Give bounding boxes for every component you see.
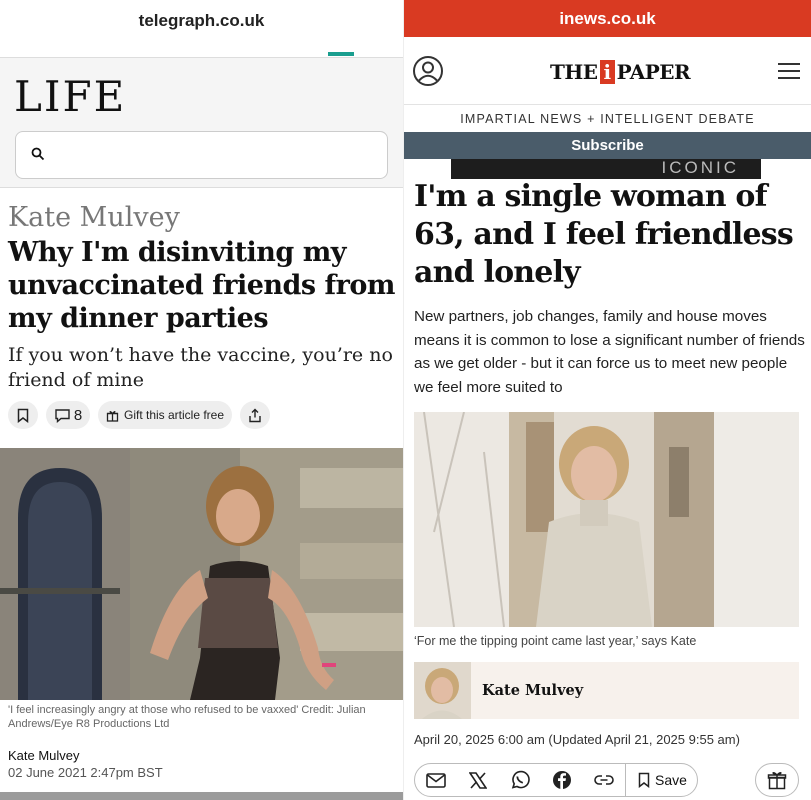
address-bar[interactable]: inews.co.uk <box>404 0 811 37</box>
x-share-button[interactable] <box>457 764 499 796</box>
ad-banner[interactable]: ICONIC <box>451 159 761 179</box>
search-icon <box>31 147 45 161</box>
url-text: inews.co.uk <box>559 8 656 28</box>
photo-woman-in-sweater <box>414 412 799 627</box>
url-text: telegraph.co.uk <box>138 11 265 30</box>
facebook-icon <box>553 771 571 789</box>
share-icon <box>249 408 261 422</box>
comments-button[interactable]: 8 <box>46 401 90 429</box>
x-icon <box>469 771 487 789</box>
comment-icon <box>55 408 70 423</box>
user-icon[interactable] <box>412 55 444 87</box>
telegraph-panel: telegraph.co.uk LIFE Kate Mulvey Why I'm… <box>0 0 403 800</box>
logo-the: THE <box>550 60 598 84</box>
logo-paper: PAPER <box>616 60 691 84</box>
gift-article-button[interactable]: Gift this article free <box>98 401 232 429</box>
save-label: Save <box>655 772 687 788</box>
byline-author[interactable]: Kate Mulvey <box>8 748 80 763</box>
photo-caption: ‘For me the tipping point came last year… <box>414 634 697 648</box>
share-bar: Save <box>414 763 698 797</box>
gift-icon <box>767 771 787 790</box>
inews-panel: inews.co.uk THE i PAPER IMPARTIAL NEWS + I… <box>403 0 811 800</box>
site-header: THE i PAPER <box>404 37 811 105</box>
gift-icon <box>106 410 119 422</box>
email-share-button[interactable] <box>415 764 457 796</box>
gift-label: Gift this article free <box>123 408 225 422</box>
save-button[interactable]: Save <box>626 772 687 788</box>
address-bar[interactable]: telegraph.co.uk <box>0 0 403 42</box>
author-name: Kate Mulvey <box>482 682 584 699</box>
author-kicker[interactable]: Kate Mulvey <box>8 202 180 233</box>
bottom-toolbar <box>0 792 403 800</box>
email-icon <box>426 772 446 788</box>
tagline: IMPARTIAL NEWS + INTELLIGENT DEBATE <box>404 105 811 132</box>
whatsapp-share-button[interactable] <box>499 764 541 796</box>
article-photo <box>414 412 799 627</box>
gift-article-button[interactable] <box>755 763 799 797</box>
link-icon <box>594 775 614 785</box>
ad-text: ICONIC <box>661 159 739 177</box>
bookmark-icon <box>638 772 650 788</box>
logo-i-mark: i <box>599 60 615 84</box>
article-dateline: April 20, 2025 6:00 am (Updated April 21… <box>414 732 740 747</box>
copy-link-button[interactable] <box>583 764 625 796</box>
article-headline: Why I'm disinviting my unvaccinated frie… <box>8 237 395 334</box>
site-logo[interactable]: THE i PAPER <box>550 60 691 84</box>
menu-icon[interactable] <box>777 61 801 81</box>
subscribe-button[interactable]: Subscribe <box>404 132 811 159</box>
bookmark-button[interactable] <box>8 401 38 429</box>
section-nav[interactable] <box>0 42 403 58</box>
facebook-share-button[interactable] <box>541 764 583 796</box>
byline-date: 02 June 2021 2:47pm BST <box>8 765 163 780</box>
article-headline: I'm a single woman of 63, and I feel fri… <box>414 179 794 290</box>
section-header: LIFE <box>0 58 403 188</box>
bookmark-icon <box>17 408 29 423</box>
article-photo <box>0 448 403 700</box>
comment-count: 8 <box>73 406 83 424</box>
article-standfirst: New partners, job changes, family and ho… <box>414 308 805 396</box>
author-avatar <box>414 662 471 719</box>
photo-caption: 'I feel increasingly angry at those who … <box>8 704 366 730</box>
article-actions: 8 Gift this article free <box>8 401 270 431</box>
author-card[interactable]: Kate Mulvey <box>414 662 799 719</box>
article-standfirst: If you won’t have the vaccine, you’re no… <box>8 344 393 391</box>
whatsapp-icon <box>511 770 530 789</box>
nav-active-indicator <box>328 52 354 56</box>
search-input[interactable] <box>15 131 388 179</box>
share-button[interactable] <box>240 401 270 429</box>
photo-woman-by-church-wall <box>0 448 403 700</box>
section-title: LIFE <box>14 72 127 121</box>
